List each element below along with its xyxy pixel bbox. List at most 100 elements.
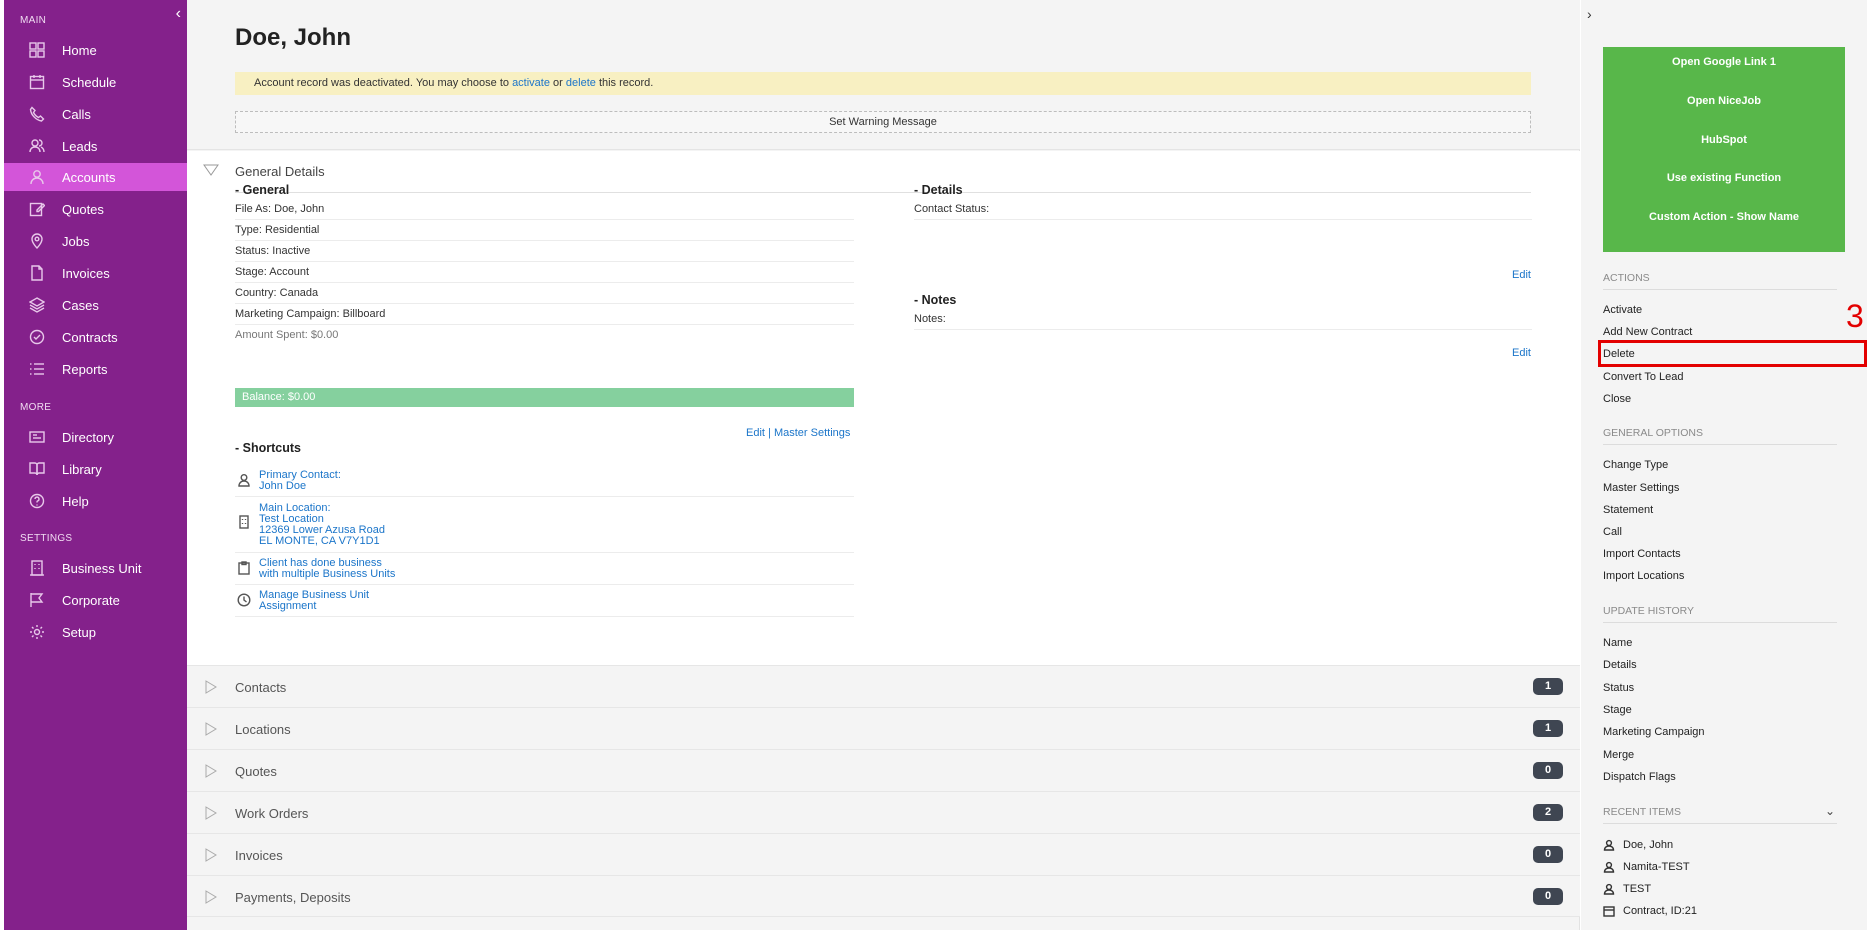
delete-link[interactable]: delete: [566, 77, 596, 89]
history-status[interactable]: Status: [1603, 682, 1634, 694]
sidebar-item-reports[interactable]: Reports: [4, 355, 187, 383]
section-name[interactable]: Invoices: [235, 848, 283, 863]
recent-item[interactable]: Doe, John: [1603, 839, 1673, 851]
field-status: Status: Inactive: [235, 241, 854, 262]
expand-triangle-icon[interactable]: [205, 722, 217, 736]
field-country: Country: Canada: [235, 283, 854, 304]
section-work-orders[interactable]: Work Orders 2: [187, 791, 1580, 833]
section-contacts[interactable]: Contacts 1: [187, 665, 1580, 707]
sidebar-item-label: Schedule: [62, 74, 117, 90]
sidebar-item-label: Invoices: [62, 265, 110, 281]
option-import-locations[interactable]: Import Locations: [1603, 570, 1684, 582]
sidebar-item-accounts[interactable]: Accounts: [4, 163, 187, 191]
deactivated-alert: Account record was deactivated. You may …: [235, 72, 1531, 95]
alert-text-post: this record.: [598, 77, 654, 89]
action-close[interactable]: Close: [1603, 393, 1631, 405]
master-settings-link[interactable]: Master Settings: [774, 427, 850, 439]
open-google-link-button[interactable]: Open Google Link 1: [1603, 56, 1845, 68]
sidebar-item-corporate[interactable]: Corporate: [4, 586, 187, 614]
recent-item[interactable]: TEST: [1603, 883, 1651, 895]
section-name[interactable]: Locations: [235, 722, 291, 737]
sidebar-item-schedule[interactable]: Schedule: [4, 68, 187, 96]
collapse-sidebar-icon[interactable]: ‹: [176, 6, 181, 22]
chevron-right-icon[interactable]: ›: [1587, 6, 1592, 22]
edit-icon: [28, 200, 46, 218]
sidebar-item-calls[interactable]: Calls: [4, 100, 187, 128]
update-history-heading: UPDATE HISTORY: [1603, 605, 1837, 623]
expand-triangle-icon[interactable]: [205, 848, 217, 862]
history-dispatch-flags[interactable]: Dispatch Flags: [1603, 771, 1676, 783]
use-existing-function-button[interactable]: Use existing Function: [1603, 172, 1845, 184]
history-merge[interactable]: Merge: [1603, 749, 1634, 761]
option-import-contacts[interactable]: Import Contacts: [1603, 548, 1681, 560]
section-label-settings: SETTINGS: [20, 533, 73, 544]
calendar-icon: [28, 73, 46, 91]
sidebar-item-quotes[interactable]: Quotes: [4, 195, 187, 223]
shortcut-text[interactable]: Main Location: Test Location 12369 Lower…: [259, 503, 385, 547]
general-edit-links: Edit | Master Settings: [746, 427, 850, 439]
shortcut-text[interactable]: Manage Business Unit Assignment: [259, 590, 369, 612]
sidebar-item-contracts[interactable]: Contracts: [4, 323, 187, 351]
sidebar-item-business-unit[interactable]: Business Unit: [4, 554, 187, 582]
action-convert-to-lead[interactable]: Convert To Lead: [1603, 371, 1684, 383]
sidebar-item-help[interactable]: Help: [4, 487, 187, 515]
shortcut-text[interactable]: Primary Contact: John Doe: [259, 470, 341, 492]
field-marketing-campaign: Marketing Campaign: Billboard: [235, 304, 854, 325]
general-heading: - General: [235, 183, 290, 197]
sidebar-item-invoices[interactable]: Invoices: [4, 259, 187, 287]
sidebar-item-library[interactable]: Library: [4, 455, 187, 483]
activate-link[interactable]: activate: [512, 77, 550, 89]
phone-icon: [28, 105, 46, 123]
sidebar-item-leads[interactable]: Leads: [4, 132, 187, 160]
expand-triangle-icon[interactable]: [205, 764, 217, 778]
expand-triangle-icon[interactable]: [205, 680, 217, 694]
chevron-down-icon[interactable]: ⌄: [1825, 804, 1835, 818]
notes-edit-link[interactable]: Edit: [1512, 347, 1531, 359]
section-payments-deposits[interactable]: Payments, Deposits 0: [187, 875, 1580, 917]
expand-triangle-icon[interactable]: [205, 890, 217, 904]
details-edit-link[interactable]: Edit: [1512, 269, 1531, 281]
history-name[interactable]: Name: [1603, 637, 1632, 649]
action-add-new-contract[interactable]: Add New Contract: [1603, 326, 1692, 338]
expand-triangle-icon[interactable]: [205, 806, 217, 820]
recent-items-heading[interactable]: RECENT ITEMS ⌄: [1603, 804, 1837, 824]
set-warning-message-button[interactable]: Set Warning Message: [235, 111, 1531, 133]
sidebar-item-setup[interactable]: Setup: [4, 618, 187, 646]
general-options-heading: GENERAL OPTIONS: [1603, 427, 1837, 445]
annotation-number: 3: [1846, 298, 1864, 334]
hubspot-button[interactable]: HubSpot: [1603, 134, 1845, 146]
shortcut-main-location[interactable]: Main Location: Test Location 12369 Lower…: [235, 501, 854, 553]
sidebar-item-jobs[interactable]: Jobs: [4, 227, 187, 255]
count-badge: 0: [1533, 888, 1563, 905]
option-master-settings[interactable]: Master Settings: [1603, 482, 1679, 494]
shortcut-text[interactable]: Client has done business with multiple B…: [259, 558, 395, 580]
section-locations[interactable]: Locations 1: [187, 707, 1580, 749]
option-statement[interactable]: Statement: [1603, 504, 1653, 516]
section-quotes[interactable]: Quotes 0: [187, 749, 1580, 791]
shortcut-primary-contact[interactable]: Primary Contact: John Doe: [235, 468, 854, 497]
recent-item[interactable]: Contract, ID:21: [1603, 905, 1697, 917]
recent-item[interactable]: Namita-TEST: [1603, 861, 1690, 873]
history-marketing-campaign[interactable]: Marketing Campaign: [1603, 726, 1705, 738]
history-details[interactable]: Details: [1603, 659, 1637, 671]
collapse-triangle-icon[interactable]: [203, 164, 219, 176]
section-name[interactable]: Quotes: [235, 764, 277, 779]
history-stage[interactable]: Stage: [1603, 704, 1632, 716]
sidebar-item-cases[interactable]: Cases: [4, 291, 187, 319]
sidebar-item-directory[interactable]: Directory: [4, 423, 187, 451]
shortcut-client-business-units[interactable]: Client has done business with multiple B…: [235, 556, 854, 585]
custom-action-show-name-button[interactable]: Custom Action - Show Name: [1603, 211, 1845, 223]
section-invoices[interactable]: Invoices 0: [187, 833, 1580, 875]
edit-link[interactable]: Edit: [746, 427, 765, 439]
clipboard-icon: [237, 561, 251, 575]
sidebar-item-label: Accounts: [62, 169, 116, 185]
section-name[interactable]: Contacts: [235, 680, 286, 695]
section-name[interactable]: Work Orders: [235, 806, 308, 821]
open-nicejob-button[interactable]: Open NiceJob: [1603, 95, 1845, 107]
option-call[interactable]: Call: [1603, 526, 1622, 538]
action-activate[interactable]: Activate: [1603, 304, 1642, 316]
sidebar-item-home[interactable]: Home: [4, 36, 187, 64]
shortcut-manage-business-unit[interactable]: Manage Business Unit Assignment: [235, 588, 854, 617]
section-name[interactable]: Payments, Deposits: [235, 890, 351, 905]
option-change-type[interactable]: Change Type: [1603, 459, 1668, 471]
